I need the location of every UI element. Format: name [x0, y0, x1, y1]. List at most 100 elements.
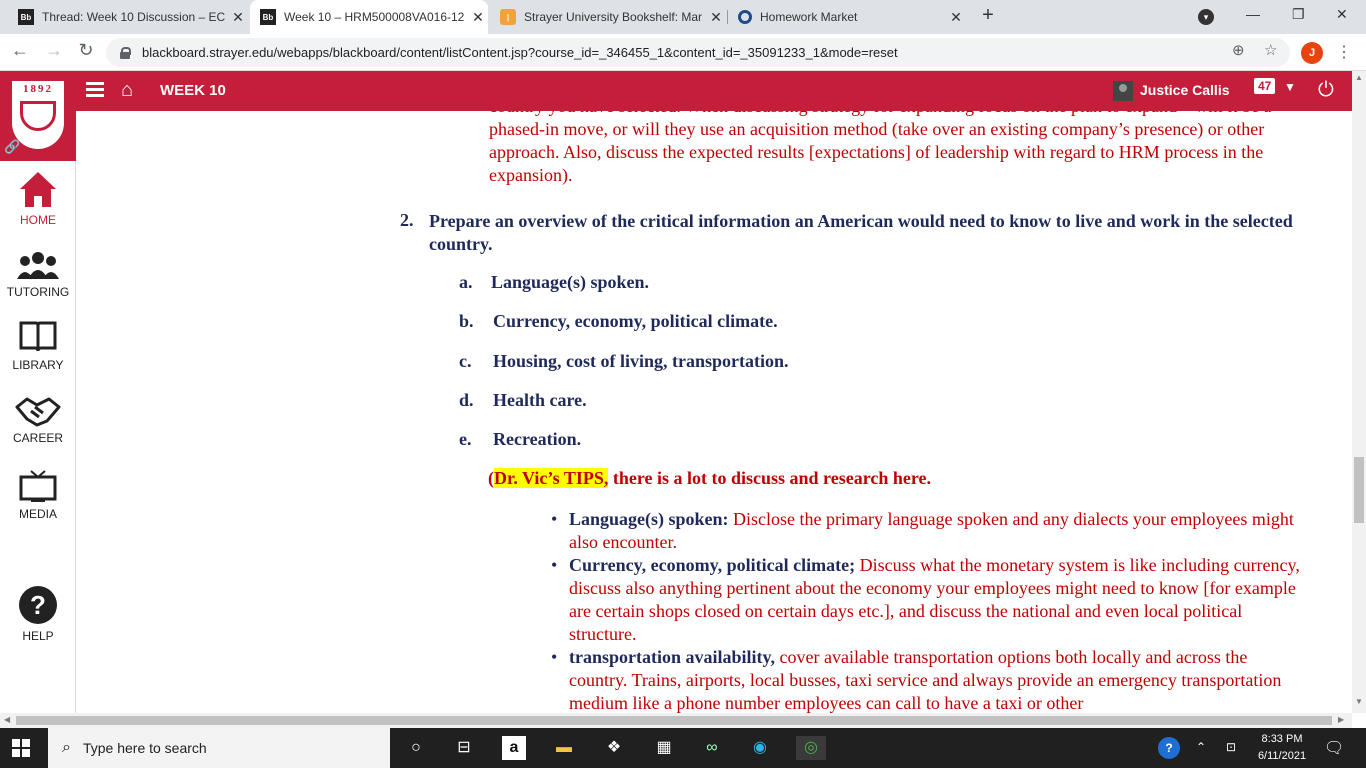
windows-start-icon[interactable]	[12, 739, 30, 757]
close-tab-icon[interactable]: ✕	[468, 9, 488, 26]
tips-line: (Dr. Vic’s TIPS, there is a lot to discu…	[488, 468, 931, 489]
sidebar-item-label: MEDIA	[18, 507, 57, 521]
profile-avatar[interactable]: J	[1301, 42, 1323, 64]
course-home-icon[interactable]: ⌂	[121, 79, 133, 102]
file-explorer-icon[interactable]: ▬	[552, 736, 576, 760]
sub-item-letter: c.	[459, 351, 472, 371]
link-icon[interactable]: 🔗	[4, 139, 20, 155]
reload-icon[interactable]: ↻	[74, 40, 98, 61]
bookmark-star-icon[interactable]: ☆	[1264, 41, 1277, 59]
list-item-text: Prepare an overview of the critical info…	[429, 211, 1293, 254]
url-text[interactable]: blackboard.strayer.edu/webapps/blackboar…	[142, 45, 898, 60]
list-item: transportation availability, cover avail…	[549, 646, 1309, 713]
user-name[interactable]: Justice Callis	[1140, 82, 1230, 98]
sidebar-item-label: TUTORING	[6, 285, 70, 299]
tips-text: there is a lot to discuss and research h…	[608, 468, 932, 488]
left-sidebar: HOME TUTORING LIBRARY CAREER MEDIA ? HEL…	[0, 111, 76, 713]
tab-title: Thread: Week 10 Discussion – EC	[42, 10, 226, 24]
scroll-up-icon[interactable]: ▲	[1355, 73, 1363, 82]
search-placeholder: Type here to search	[82, 740, 207, 756]
tips-bullet-list: Language(s) spoken: Disclose the primary…	[549, 508, 1309, 713]
horizontal-scrollbar[interactable]: ◀ ▶	[0, 713, 1352, 728]
lock-icon[interactable]	[120, 46, 131, 59]
close-tab-icon[interactable]: ✕	[946, 9, 966, 26]
chrome-menu-icon[interactable]: ⋮	[1336, 42, 1352, 62]
close-tab-icon[interactable]: ✕	[228, 9, 248, 26]
logout-power-icon[interactable]: ⏻	[1318, 79, 1334, 102]
tab-thread-discussion[interactable]: Bb Thread: Week 10 Discussion – EC ✕	[8, 0, 248, 34]
taskbar-clock[interactable]: 8:33 PM 6/11/2021	[1252, 731, 1312, 765]
tab-strayer-bookshelf[interactable]: | Strayer University Bookshelf: Mar ✕	[490, 0, 726, 34]
cortana-icon[interactable]: ○	[404, 736, 428, 760]
tab-homework-market[interactable]: Homework Market ✕	[728, 0, 966, 34]
sidebar-item-label: CAREER	[12, 431, 63, 445]
forward-icon[interactable]: →	[42, 40, 66, 61]
chevron-up-icon[interactable]: ⌃	[1196, 740, 1206, 754]
sub-item-text: Currency, economy, political climate.	[493, 311, 778, 331]
browser-tab-strip: Bb Thread: Week 10 Discussion – EC ✕ Bb …	[0, 0, 1366, 34]
page-title: WEEK 10	[160, 82, 226, 99]
scroll-down-icon[interactable]: ▼	[1355, 697, 1363, 706]
clock-time: 8:33 PM	[1261, 733, 1303, 745]
store-icon[interactable]: ▦	[652, 736, 676, 760]
minimize-icon[interactable]: —	[1246, 6, 1260, 22]
list-item: Currency, economy, political climate; Di…	[549, 554, 1309, 646]
list-item: Language(s) spoken: Disclose the primary…	[549, 508, 1309, 554]
sub-item-letter: d.	[459, 390, 474, 410]
close-window-icon[interactable]: ✕	[1336, 6, 1348, 23]
logo-year: 1892	[23, 83, 53, 95]
sub-item-text: Health care.	[493, 390, 587, 410]
browser-toolbar: ← → ↻ blackboard.strayer.edu/webapps/bla…	[0, 34, 1366, 71]
tab-search-icon[interactable]: ▾	[1198, 9, 1214, 25]
scroll-right-icon[interactable]: ▶	[1338, 715, 1344, 724]
notification-badge[interactable]: 47	[1254, 78, 1276, 94]
handshake-icon	[0, 387, 76, 427]
sidebar-item-label: HOME	[20, 213, 56, 227]
vertical-scroll-thumb[interactable]	[1354, 457, 1364, 523]
hamburger-menu-icon[interactable]	[86, 82, 104, 98]
help-tray-icon[interactable]: ?	[1158, 737, 1180, 759]
user-avatar[interactable]	[1113, 81, 1133, 101]
sidebar-item-library[interactable]: LIBRARY	[0, 314, 76, 372]
back-icon[interactable]: ←	[8, 40, 32, 61]
assignment-paragraph: country you have selected. When discussi…	[489, 111, 1271, 185]
sub-item-text: Recreation.	[493, 429, 582, 449]
help-icon: ?	[0, 585, 76, 625]
network-icon[interactable]: ⊡	[1226, 740, 1236, 754]
scroll-left-icon[interactable]: ◀	[4, 715, 10, 724]
zoom-icon[interactable]: ⊕	[1232, 41, 1245, 59]
course-content: country you have selected. When discussi…	[77, 111, 1352, 713]
sidebar-item-tutoring[interactable]: TUTORING	[0, 241, 76, 299]
sidebar-item-media[interactable]: MEDIA	[0, 463, 76, 521]
infinity-app-icon[interactable]: ∞	[700, 736, 724, 760]
sidebar-item-career[interactable]: CAREER	[0, 387, 76, 445]
search-icon: ⌕	[62, 739, 71, 756]
chrome-taskbar-icon[interactable]: ◎	[796, 736, 826, 760]
sidebar-item-help[interactable]: ? HELP	[0, 585, 76, 643]
task-view-icon[interactable]: ⊟	[452, 736, 476, 760]
sub-item-text: Housing, cost of living, transportation.	[493, 351, 789, 371]
vertical-scrollbar[interactable]: ▲ ▼	[1352, 71, 1366, 713]
restore-icon[interactable]: ❐	[1292, 6, 1305, 23]
notifications-icon[interactable]: 🗨	[1324, 738, 1344, 758]
bullet-lead: Currency, economy, political climate;	[569, 555, 856, 575]
windows-taskbar: ⌕ Type here to search ○ ⊟ a ▬ ❖ ▦ ∞ ◉ ◎ …	[0, 728, 1366, 768]
edge-icon[interactable]: ◉	[748, 736, 772, 760]
close-tab-icon[interactable]: ✕	[706, 9, 726, 26]
sidebar-item-home[interactable]: HOME	[0, 169, 76, 227]
chevron-down-icon[interactable]: ▼	[1284, 80, 1296, 94]
university-logo[interactable]: 1892 🔗	[0, 71, 76, 161]
list-item-number: 2.	[400, 210, 414, 230]
tab-week-10[interactable]: Bb Week 10 – HRM500008VA016-12 ✕	[250, 0, 488, 34]
amazon-icon[interactable]: a	[502, 736, 526, 760]
taskbar-search-box[interactable]: ⌕ Type here to search	[48, 728, 390, 768]
homework-market-favicon	[738, 10, 752, 24]
horizontal-scroll-thumb[interactable]	[16, 716, 1332, 725]
sidebar-item-label: LIBRARY	[12, 358, 64, 372]
dropbox-icon[interactable]: ❖	[602, 736, 626, 760]
tab-title: Strayer University Bookshelf: Mar	[524, 10, 703, 24]
new-tab-button[interactable]: +	[976, 4, 1000, 28]
blackboard-favicon: Bb	[18, 9, 34, 25]
address-bar[interactable]: blackboard.strayer.edu/webapps/blackboar…	[106, 38, 1290, 67]
tv-icon	[0, 463, 76, 503]
